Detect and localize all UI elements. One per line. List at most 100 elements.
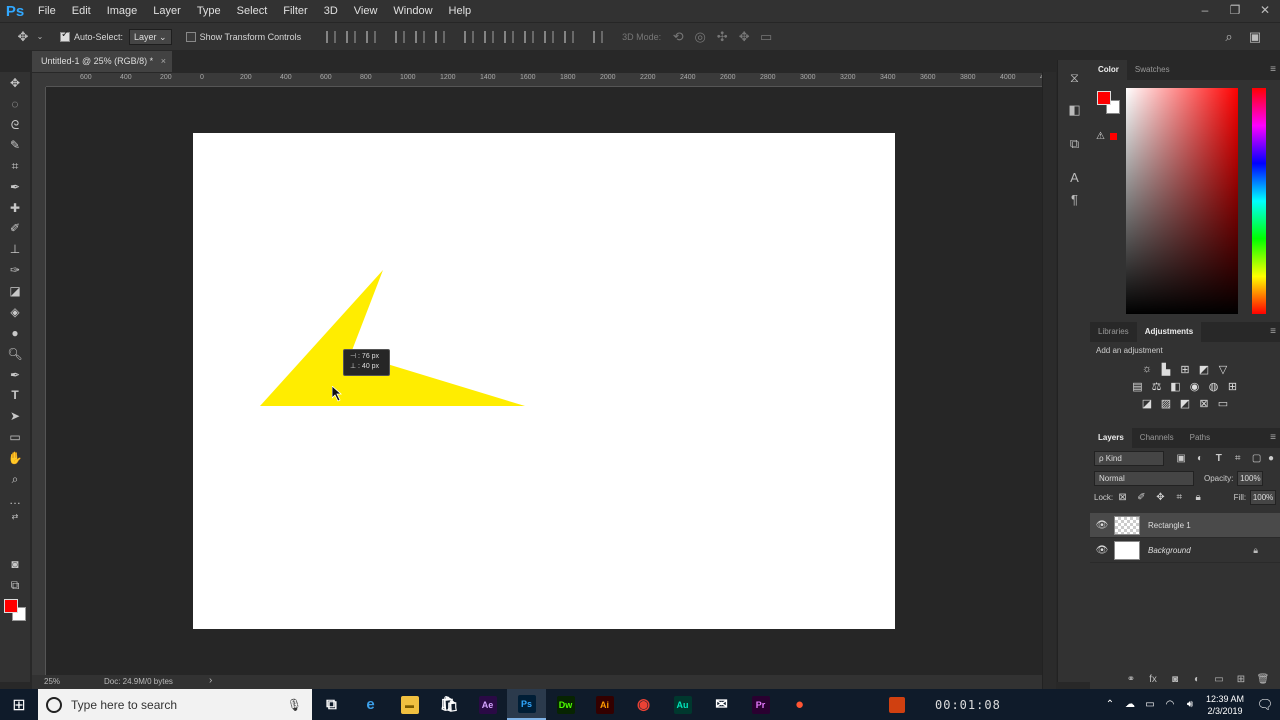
- color-balance-icon[interactable]: ⚖: [1147, 380, 1166, 393]
- microphone-icon[interactable]: 🎙︎: [287, 698, 302, 712]
- lock-pixels-icon[interactable]: ✐: [1132, 492, 1151, 503]
- opacity-field[interactable]: 100%: [1237, 471, 1264, 486]
- tab-color[interactable]: Color: [1090, 60, 1127, 80]
- auto-select-target-dropdown[interactable]: Layer ⌄: [129, 28, 172, 45]
- distribute-left-icon[interactable]: [524, 30, 535, 43]
- volume-icon[interactable]: 🔊︎: [1180, 699, 1200, 710]
- taskbar-app-chrome[interactable]: ◉: [624, 689, 663, 720]
- show-hidden-icons[interactable]: ⌃: [1100, 699, 1120, 710]
- properties-panel-icon[interactable]: ◧: [1067, 102, 1082, 117]
- menu-select[interactable]: Select: [229, 0, 276, 22]
- brush-tool-icon[interactable]: ✐: [5, 219, 25, 237]
- actions-panel-icon[interactable]: ⧉: [1067, 136, 1082, 151]
- hand-tool-icon[interactable]: ✋: [5, 449, 25, 467]
- panel-menu-icon[interactable]: ≡: [1270, 326, 1276, 337]
- visibility-eye-icon[interactable]: 👁︎: [1090, 545, 1114, 556]
- marquee-tool-icon[interactable]: ◌: [5, 95, 25, 113]
- vibrance-icon[interactable]: ▽: [1214, 363, 1233, 376]
- tab-adjustments[interactable]: Adjustments: [1136, 322, 1202, 342]
- paint-bucket-tool-icon[interactable]: ◈: [5, 303, 25, 321]
- curves-icon[interactable]: ⊞: [1176, 363, 1195, 376]
- channel-mixer-icon[interactable]: ◍: [1204, 380, 1223, 393]
- status-menu-arrow[interactable]: ›: [209, 675, 212, 686]
- filter-adjustment-icon[interactable]: ◐: [1191, 453, 1210, 464]
- visibility-eye-icon[interactable]: 👁︎: [1090, 520, 1114, 531]
- lock-artboard-icon[interactable]: ⌗: [1170, 492, 1189, 503]
- path-selection-tool-icon[interactable]: ➤: [5, 407, 25, 425]
- move-tool-icon[interactable]: ✥: [5, 74, 25, 92]
- black-white-icon[interactable]: ◧: [1166, 380, 1185, 393]
- recording-stop-icon[interactable]: [889, 696, 905, 713]
- menu-filter[interactable]: Filter: [275, 0, 315, 22]
- levels-icon[interactable]: ▙: [1157, 363, 1176, 376]
- swap-colors-icon[interactable]: ⇄: [5, 508, 25, 526]
- windows-start-icon[interactable]: ⊞: [0, 695, 38, 715]
- 3d-roll-icon[interactable]: ◎: [689, 29, 711, 45]
- color-saturation-field[interactable]: [1126, 88, 1238, 314]
- layer-row-background[interactable]: 👁︎ Background 🔒︎: [1090, 538, 1280, 563]
- document-tab[interactable]: Untitled-1 @ 25% (RGB/8) * ×: [32, 51, 172, 72]
- color-lookup-icon[interactable]: ⊞: [1223, 380, 1242, 393]
- taskbar-app-premiere[interactable]: Pr: [741, 689, 780, 720]
- more-tools-icon[interactable]: …: [5, 491, 25, 509]
- screen-mode-icon[interactable]: ⧉: [5, 576, 25, 594]
- restore-button[interactable]: ❐: [1220, 0, 1250, 22]
- horizontal-ruler[interactable]: 600 400 200 0 200 400 600 800 1000 1200 1400 1600 18…: [46, 73, 1042, 87]
- filter-type-icon[interactable]: T: [1209, 453, 1228, 464]
- healing-brush-tool-icon[interactable]: ✚: [5, 199, 25, 217]
- filter-toggle-icon[interactable]: ●: [1266, 453, 1276, 464]
- new-adjustment-icon[interactable]: ◐: [1186, 674, 1208, 685]
- quick-select-tool-icon[interactable]: ✎: [5, 136, 25, 154]
- transform-controls-checkbox[interactable]: [185, 31, 196, 42]
- taskbar-app-task-view[interactable]: ⧉: [312, 689, 351, 720]
- system-clock[interactable]: 12:39 AM 2/3/2019: [1200, 693, 1250, 717]
- lock-all-icon[interactable]: 🔒︎: [1189, 492, 1208, 503]
- close-button[interactable]: ✕: [1250, 0, 1280, 22]
- minimize-button[interactable]: –: [1190, 0, 1220, 22]
- paragraph-panel-icon[interactable]: ¶: [1067, 192, 1082, 207]
- layer-row-rectangle-1[interactable]: 👁︎ Rectangle 1: [1090, 513, 1280, 538]
- clone-stamp-tool-icon[interactable]: ⊥: [5, 240, 25, 258]
- tab-libraries[interactable]: Libraries: [1090, 322, 1137, 342]
- align-bottom-icon[interactable]: [366, 30, 377, 43]
- lasso-tool-icon[interactable]: ᘓ: [5, 116, 25, 134]
- 3d-camera-icon[interactable]: ▭: [755, 29, 777, 45]
- invert-icon[interactable]: ◪: [1138, 397, 1157, 410]
- distribute-bottom-icon[interactable]: [504, 30, 515, 43]
- photo-filter-icon[interactable]: ◉: [1185, 380, 1204, 393]
- taskbar-app-mail[interactable]: ✉: [702, 689, 741, 720]
- trash-icon[interactable]: 🗑︎: [1252, 674, 1274, 685]
- align-vcenter-icon[interactable]: [346, 30, 357, 43]
- distribute-right-icon[interactable]: [564, 30, 575, 43]
- blur-tool-icon[interactable]: ●: [5, 324, 25, 342]
- brightness-icon[interactable]: ☼: [1138, 363, 1157, 376]
- menu-type[interactable]: Type: [189, 0, 229, 22]
- exposure-icon[interactable]: ◩: [1195, 363, 1214, 376]
- threshold-icon[interactable]: ◩: [1176, 397, 1195, 410]
- 3d-pan-icon[interactable]: ✣: [711, 29, 733, 45]
- filter-smart-object-icon[interactable]: ▢: [1247, 453, 1266, 464]
- rectangle-tool-icon[interactable]: ▭: [5, 428, 25, 446]
- taskbar-app-photoshop[interactable]: Ps: [507, 689, 546, 720]
- 3d-slide-icon[interactable]: ✥: [733, 29, 755, 45]
- menu-image[interactable]: Image: [99, 0, 146, 22]
- type-tool-icon[interactable]: T: [5, 386, 25, 404]
- tab-channels[interactable]: Channels: [1132, 428, 1182, 448]
- align-top-icon[interactable]: [326, 30, 337, 43]
- gamut-warning-swatch[interactable]: [1110, 133, 1117, 140]
- posterize-icon[interactable]: ▨: [1157, 397, 1176, 410]
- taskbar-app-edge[interactable]: e: [351, 689, 390, 720]
- align-left-icon[interactable]: [395, 30, 406, 43]
- zoom-tool-icon[interactable]: ⌕: [5, 470, 25, 488]
- move-tool-icon[interactable]: ✥: [12, 29, 34, 45]
- auto-select-checkbox[interactable]: [60, 29, 70, 42]
- history-brush-tool-icon[interactable]: ✑: [5, 261, 25, 279]
- auto-align-icon[interactable]: [593, 30, 604, 43]
- blend-mode-dropdown[interactable]: Normal: [1094, 471, 1194, 486]
- new-layer-icon[interactable]: ⊞: [1230, 674, 1252, 685]
- distribute-hcenter-icon[interactable]: [544, 30, 555, 43]
- search-icon[interactable]: ⌕: [1218, 29, 1240, 45]
- gradient-map-icon[interactable]: ▭: [1214, 397, 1233, 410]
- align-right-icon[interactable]: [435, 30, 446, 43]
- eyedropper-tool-icon[interactable]: ✒: [5, 178, 25, 196]
